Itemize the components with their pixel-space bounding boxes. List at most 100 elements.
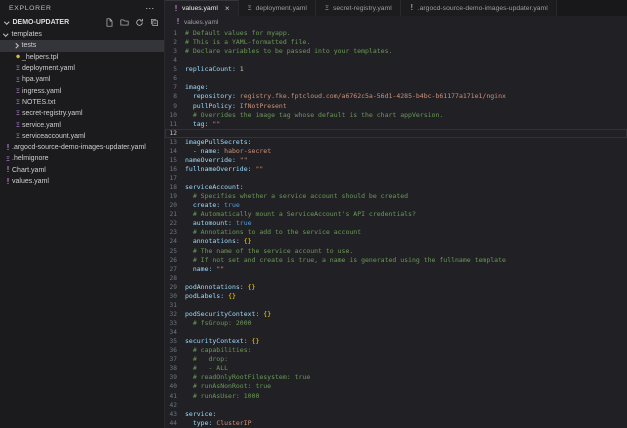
- token-str: IfNotPresent: [240, 102, 287, 110]
- code-line-13[interactable]: 13imagePullSecrets:: [165, 138, 627, 147]
- token-plain: [185, 256, 193, 264]
- code-line-20[interactable]: 20 create: true: [165, 201, 627, 210]
- code-line-38[interactable]: 38 # - ALL: [165, 364, 627, 373]
- explorer-actions: [105, 18, 159, 27]
- workspace-root-row[interactable]: DEMO-UPDATER: [0, 16, 164, 29]
- code-line-11[interactable]: 11 tag: "": [165, 120, 627, 129]
- tree-file-notes-txt[interactable]: ΞNOTES.txt: [0, 97, 164, 108]
- code-line-22[interactable]: 22 automount: true: [165, 219, 627, 228]
- code-line-31[interactable]: 31: [165, 301, 627, 310]
- tab--argocd-source-demo-images-updater-yaml[interactable]: !.argocd-source-demo-images-updater.yaml: [401, 0, 557, 16]
- new-folder-icon[interactable]: [120, 18, 129, 27]
- code-line-1[interactable]: 1# Default values for myapp.: [165, 29, 627, 38]
- line-number: 25: [165, 247, 185, 256]
- code-line-6[interactable]: 6: [165, 74, 627, 83]
- code-line-10[interactable]: 10 # Overrides the image tag whose defau…: [165, 111, 627, 120]
- code-line-39[interactable]: 39 # readOnlyRootFilesystem: true: [165, 373, 627, 382]
- breadcrumb[interactable]: ! values.yaml: [165, 16, 627, 28]
- code-line-3[interactable]: 3# Declare variables to be passed into y…: [165, 47, 627, 56]
- code-line-8[interactable]: 8 repository: registry.fke.fptcloud.com/…: [165, 92, 627, 101]
- tree-file-hpa-yaml[interactable]: Ξhpa.yaml: [0, 74, 164, 85]
- code-line-28[interactable]: 28: [165, 274, 627, 283]
- tree-file-chart-yaml[interactable]: !Chart.yaml: [0, 165, 164, 176]
- tree-file-ingress-yaml[interactable]: Ξingress.yaml: [0, 85, 164, 96]
- tree-file--helmignore[interactable]: Ξ.helmignore: [0, 153, 164, 164]
- token-plain: [185, 120, 193, 128]
- code-line-41[interactable]: 41 # runAsUser: 1000: [165, 392, 627, 401]
- code-line-23[interactable]: 23 # Annotations to add to the service a…: [165, 228, 627, 237]
- code-line-30[interactable]: 30podLabels: {}: [165, 292, 627, 301]
- code-line-9[interactable]: 9 pullPolicy: IfNotPresent: [165, 102, 627, 111]
- tree-item-label: hpa.yaml: [22, 76, 50, 83]
- code-line-32[interactable]: 32podSecurityContext: {}: [165, 310, 627, 319]
- token-com: # This is a YAML-formatted file.: [185, 38, 310, 46]
- tree-item-label: NOTES.txt: [22, 99, 55, 106]
- token-plain: [185, 364, 193, 372]
- tree-file--helpers-tpl[interactable]: ●_helpers.tpl: [0, 52, 164, 63]
- code-line-12[interactable]: 12: [165, 129, 627, 138]
- line-content: securityContext: {}: [185, 337, 259, 346]
- tree-file-deployment-yaml[interactable]: Ξdeployment.yaml: [0, 63, 164, 74]
- code-line-26[interactable]: 26 # If not set and create is true, a na…: [165, 256, 627, 265]
- code-line-25[interactable]: 25 # The name of the service account to …: [165, 247, 627, 256]
- file-yaml-icon: Ξ: [14, 88, 22, 95]
- code-line-18[interactable]: 18serviceAccount:: [165, 183, 627, 192]
- code-line-37[interactable]: 37 # drop:: [165, 355, 627, 364]
- close-icon[interactable]: ×: [225, 5, 230, 13]
- code-line-14[interactable]: 14 - name: habor-secret: [165, 147, 627, 156]
- refresh-icon[interactable]: [135, 18, 144, 27]
- line-content: # runAsNonRoot: true: [185, 382, 271, 391]
- code-line-2[interactable]: 2# This is a YAML-formatted file.: [165, 38, 627, 47]
- code-line-19[interactable]: 19 # Specifies whether a service account…: [165, 192, 627, 201]
- token-plain: [185, 419, 193, 427]
- code-line-7[interactable]: 7image:: [165, 83, 627, 92]
- line-number: 21: [165, 210, 185, 219]
- line-content: # The name of the service account to use…: [185, 247, 353, 256]
- code-line-44[interactable]: 44 type: ClusterIP: [165, 419, 627, 428]
- collapse-all-icon[interactable]: [150, 18, 159, 27]
- line-content: fullnameOverride: "": [185, 165, 263, 174]
- line-number: 17: [165, 174, 185, 183]
- code-line-24[interactable]: 24 annotations: {}: [165, 237, 627, 246]
- token-plain: [185, 210, 193, 218]
- line-content: # fsGroup: 2000: [185, 319, 252, 328]
- token-key: service:: [185, 410, 216, 418]
- code-line-42[interactable]: 42: [165, 401, 627, 410]
- code-line-29[interactable]: 29podAnnotations: {}: [165, 283, 627, 292]
- code-line-43[interactable]: 43service:: [165, 410, 627, 419]
- tab-secret-registry-yaml[interactable]: Ξsecret-registry.yaml: [316, 0, 401, 16]
- tab-values-yaml[interactable]: !values.yaml×: [165, 0, 239, 16]
- tree-folder-templates[interactable]: templates: [0, 29, 164, 40]
- token-key: nameOverride:: [185, 156, 236, 164]
- code-line-27[interactable]: 27 name: "": [165, 265, 627, 274]
- code-line-36[interactable]: 36 # capabilities:: [165, 346, 627, 355]
- code-line-34[interactable]: 34: [165, 328, 627, 337]
- code-line-35[interactable]: 35securityContext: {}: [165, 337, 627, 346]
- tree-file--argocd-source-demo-images-updater-yaml[interactable]: !.argocd-source-demo-images-updater.yaml: [0, 142, 164, 153]
- token-com: # Default values for myapp.: [185, 29, 291, 37]
- code-line-5[interactable]: 5replicaCount: 1: [165, 65, 627, 74]
- tree-file-serviceaccount-yaml[interactable]: Ξserviceaccount.yaml: [0, 131, 164, 142]
- code-editor[interactable]: 1# Default values for myapp.2# This is a…: [165, 28, 627, 428]
- token-plain: [185, 237, 193, 245]
- editor-group: !values.yaml×Ξdeployment.yamlΞsecret-reg…: [165, 0, 627, 428]
- new-file-icon[interactable]: [105, 18, 114, 27]
- tree-file-values-yaml[interactable]: !values.yaml: [0, 176, 164, 187]
- tree-file-secret-registry-yaml[interactable]: Ξsecret-registry.yaml: [0, 108, 164, 119]
- code-line-40[interactable]: 40 # runAsNonRoot: true: [165, 382, 627, 391]
- tree-file-service-yaml[interactable]: Ξservice.yaml: [0, 119, 164, 130]
- tree-folder-tests[interactable]: tests: [0, 40, 164, 51]
- code-line-21[interactable]: 21 # Automatically mount a ServiceAccoun…: [165, 210, 627, 219]
- tree-item-label: deployment.yaml: [22, 65, 75, 72]
- code-line-15[interactable]: 15nameOverride: "": [165, 156, 627, 165]
- line-number: 2: [165, 38, 185, 47]
- code-line-16[interactable]: 16fullnameOverride: "": [165, 165, 627, 174]
- code-line-4[interactable]: 4: [165, 56, 627, 65]
- more-actions-icon[interactable]: ⋯: [145, 5, 155, 11]
- code-line-33[interactable]: 33 # fsGroup: 2000: [165, 319, 627, 328]
- code-line-17[interactable]: 17: [165, 174, 627, 183]
- file-yaml-icon: Ξ: [14, 122, 22, 129]
- token-plain: [185, 247, 193, 255]
- file-warn-yaml-icon: !: [409, 4, 415, 12]
- tab-deployment-yaml[interactable]: Ξdeployment.yaml: [239, 0, 316, 16]
